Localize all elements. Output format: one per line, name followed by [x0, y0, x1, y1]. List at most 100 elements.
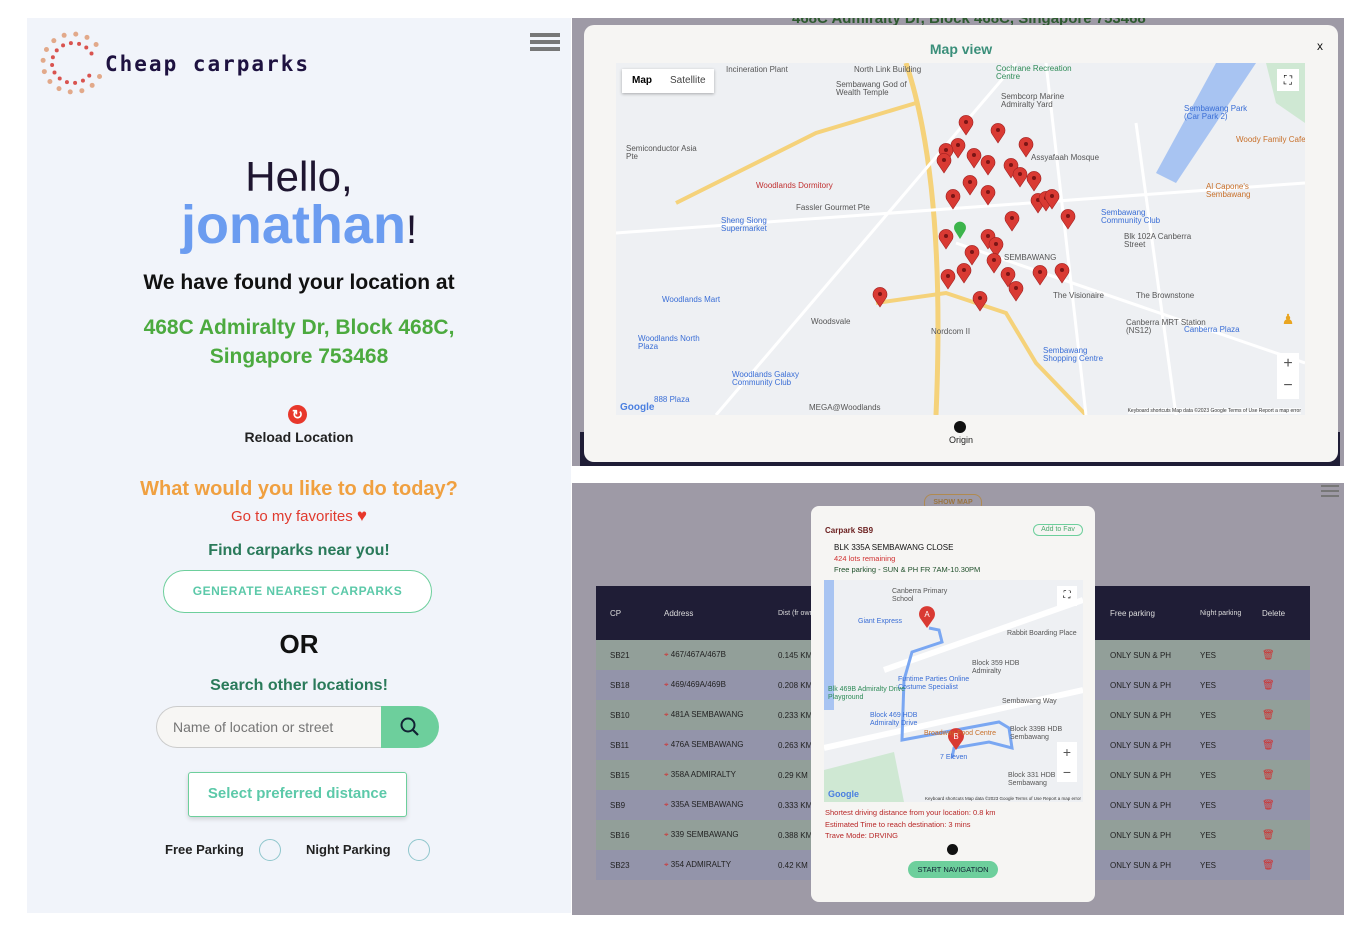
- favorites-link[interactable]: Go to my favorites: [231, 508, 353, 525]
- location-pin-icon[interactable]: ⌖: [664, 830, 669, 839]
- travel-mode: Trave Mode: DRVING: [825, 831, 898, 840]
- map-footer[interactable]: Keyboard shortcuts Map data ©2023 Google…: [1127, 408, 1301, 414]
- header-delete[interactable]: Delete: [1248, 586, 1310, 640]
- night-parking-cell: YES: [1186, 850, 1248, 880]
- map-place-label[interactable]: Woodlands Dormitory: [756, 181, 833, 190]
- map-place-label[interactable]: Fassler Gourmet Pte: [796, 203, 870, 212]
- map-place-label[interactable]: Block 469 HDB Admiralty Drive: [870, 712, 948, 728]
- map-place-label[interactable]: Woody Family Cafe: [1236, 135, 1305, 144]
- select-distance-button[interactable]: Select preferred distance: [188, 772, 407, 817]
- map-place-label[interactable]: Broadway Food Centre: [924, 730, 1002, 738]
- map-place-label[interactable]: Canberra Primary School: [892, 588, 970, 604]
- location-pin-icon[interactable]: ⌖: [664, 860, 669, 869]
- map-place-label[interactable]: Cochrane Recreation Centre: [996, 65, 1076, 81]
- map-place-label[interactable]: Giant Express: [858, 618, 902, 625]
- route-map[interactable]: AB Canberra Primary School Giant Express R…: [824, 580, 1083, 802]
- fullscreen-icon[interactable]: ⛶: [1057, 586, 1077, 606]
- map-place-label[interactable]: Incineration Plant: [726, 65, 788, 74]
- delete-icon[interactable]: 🗑: [1248, 850, 1310, 880]
- header-free-parking[interactable]: Free parking: [1096, 586, 1186, 640]
- zoom-in-button[interactable]: +: [1277, 353, 1299, 375]
- map-place-label[interactable]: Sembawang God of Wealth Temple: [836, 81, 916, 97]
- delete-icon[interactable]: 🗑: [1248, 820, 1310, 850]
- zoom-out-button[interactable]: −: [1277, 375, 1299, 397]
- delete-icon[interactable]: 🗑: [1248, 790, 1310, 820]
- delete-icon[interactable]: 🗑: [1248, 700, 1310, 730]
- map-place-label[interactable]: Woodlands Galaxy Community Club: [732, 371, 812, 387]
- start-navigation-button[interactable]: START NAVIGATION: [908, 861, 998, 878]
- pegman-icon[interactable]: ♟: [1279, 311, 1297, 329]
- map-place-label[interactable]: The Visionaire: [1053, 291, 1104, 300]
- generate-nearest-button[interactable]: GENERATE NEAREST CARPARKS: [163, 570, 432, 613]
- map-tab[interactable]: Map: [622, 69, 662, 93]
- zoom-out-button[interactable]: −: [1057, 762, 1077, 782]
- header-cp[interactable]: CP: [596, 586, 646, 640]
- map-place-label[interactable]: Semiconductor Asia Pte: [626, 145, 706, 161]
- menu-button[interactable]: [1321, 485, 1339, 499]
- map-place-label[interactable]: Funtime Parties Online Costume Specialis…: [898, 676, 976, 692]
- map-place-label[interactable]: Rabbit Boarding Place: [1007, 630, 1083, 638]
- heart-icon[interactable]: ♥: [357, 506, 367, 525]
- cp-cell: SB10: [596, 700, 646, 730]
- estimated-time: Estimated Time to reach destination: 3 m…: [825, 819, 971, 829]
- map-place-label[interactable]: 888 Plaza: [654, 395, 690, 404]
- origin-icon[interactable]: [947, 844, 958, 855]
- location-pin-icon[interactable]: ⌖: [664, 740, 669, 749]
- origin-icon[interactable]: [954, 421, 966, 433]
- map-place-label[interactable]: Al Capone's Sembawang: [1206, 183, 1286, 199]
- reload-location-button[interactable]: Reload Location: [27, 429, 571, 445]
- or-label: OR: [279, 629, 319, 659]
- map-place-label[interactable]: Woodsvale: [811, 317, 850, 326]
- map-place-label[interactable]: 7 Eleven: [940, 754, 967, 761]
- night-parking-cell: YES: [1186, 670, 1248, 700]
- free-parking-radio[interactable]: [259, 839, 281, 861]
- map-place-label[interactable]: Block 359 HDB Admiralty: [972, 660, 1050, 676]
- location-pin-icon[interactable]: ⌖: [664, 800, 669, 809]
- search-input[interactable]: [156, 706, 382, 748]
- location-pin-icon[interactable]: ⌖: [664, 650, 669, 659]
- reload-icon[interactable]: ↻: [288, 405, 307, 424]
- map-place-label[interactable]: Blk 102A Canberra Street: [1124, 233, 1204, 249]
- delete-icon[interactable]: 🗑: [1248, 670, 1310, 700]
- map-place-label[interactable]: Sheng Siong Supermarket: [721, 217, 801, 233]
- map-place-label[interactable]: North Link Building: [854, 65, 921, 74]
- map-place-label[interactable]: SEMBAWANG: [1004, 253, 1056, 262]
- map-place-label[interactable]: Sembcorp Marine Admiralty Yard: [1001, 93, 1081, 109]
- map-place-label[interactable]: Sembawang Shopping Centre: [1043, 347, 1123, 363]
- night-parking-radio[interactable]: [408, 839, 430, 861]
- search-button[interactable]: [381, 706, 439, 748]
- map-place-label[interactable]: Woodlands Mart: [662, 295, 720, 304]
- satellite-tab[interactable]: Satellite: [662, 69, 714, 93]
- map-footer[interactable]: Keyboard shortcuts Map data ©2023 Google…: [925, 796, 1081, 801]
- zoom-in-button[interactable]: +: [1057, 742, 1077, 762]
- map-place-label[interactable]: Nordcom II: [931, 327, 970, 336]
- night-parking-cell: YES: [1186, 790, 1248, 820]
- delete-icon[interactable]: 🗑: [1248, 640, 1310, 670]
- map-place-label[interactable]: MEGA@Woodlands: [809, 403, 881, 412]
- free-parking-cell: ONLY SUN & PH: [1096, 850, 1186, 880]
- map-place-label[interactable]: Sembawang Park (Car Park 2): [1184, 105, 1264, 121]
- delete-icon[interactable]: 🗑: [1248, 730, 1310, 760]
- add-to-fav-button[interactable]: Add to Fav: [1033, 524, 1083, 536]
- close-button[interactable]: x: [1317, 39, 1323, 53]
- map-place-label[interactable]: The Brownstone: [1136, 291, 1194, 300]
- night-parking-cell: YES: [1186, 760, 1248, 790]
- modal-title: Map view: [929, 41, 993, 57]
- map-place-label[interactable]: Assyafaah Mosque: [1031, 153, 1099, 162]
- header-night-parking[interactable]: Night parking: [1186, 586, 1248, 640]
- map-place-label[interactable]: Block 339B HDB Sembawang: [1010, 726, 1083, 742]
- map-place-label[interactable]: Blk 469B Admiralty Drive Playground: [828, 686, 906, 702]
- menu-button[interactable]: [530, 33, 560, 53]
- location-pin-icon[interactable]: ⌖: [664, 680, 669, 689]
- header-address[interactable]: Address: [646, 586, 764, 640]
- map-place-label[interactable]: Canberra Plaza: [1184, 325, 1240, 334]
- map-place-label[interactable]: Sembawang Way: [1002, 698, 1057, 705]
- map-place-label[interactable]: Woodlands North Plaza: [638, 335, 718, 351]
- location-pin-icon[interactable]: ⌖: [664, 770, 669, 779]
- location-pin-icon[interactable]: ⌖: [664, 710, 669, 719]
- delete-icon[interactable]: 🗑: [1248, 760, 1310, 790]
- fullscreen-icon[interactable]: ⛶: [1277, 69, 1299, 91]
- map-place-label[interactable]: Sembawang Community Club: [1101, 209, 1181, 225]
- google-logo: Google: [620, 402, 655, 413]
- google-map[interactable]: North Link Building Cochrane Recreation C…: [616, 63, 1305, 415]
